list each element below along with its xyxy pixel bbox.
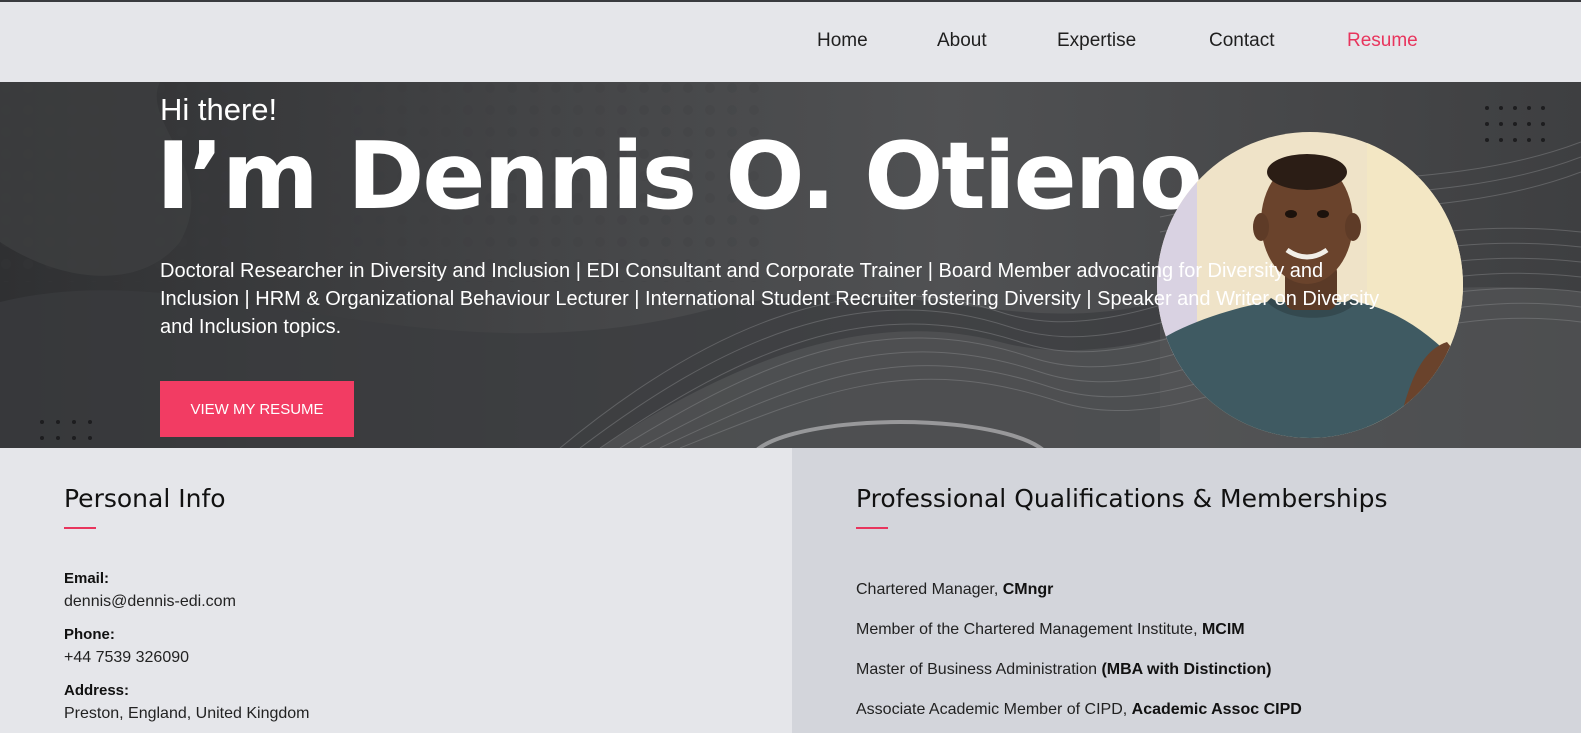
qualifications-title: Professional Qualifications & Membership…	[856, 484, 1388, 513]
nav-home-link[interactable]: Home	[817, 30, 868, 52]
address-value: Preston, England, United Kingdom	[64, 705, 310, 722]
qualification-item: Member of the Chartered Management Insti…	[856, 621, 1245, 638]
address-label: Address:	[64, 682, 130, 699]
phone-label: Phone:	[64, 626, 115, 643]
hero-description: Doctoral Researcher in Diversity and Inc…	[160, 260, 1380, 338]
personal-info-title: Personal Info	[64, 484, 226, 513]
view-resume-button[interactable]: VIEW MY RESUME	[160, 381, 354, 437]
personal-info-section: Personal Info Email: dennis@dennis-edi.c…	[0, 448, 792, 733]
hero-name-heading: I’m Dennis O. Otieno	[156, 122, 1203, 230]
phone-value: +44 7539 326090	[64, 649, 190, 666]
qualification-item: Chartered Manager, CMngr	[856, 581, 1054, 598]
email-label: Email:	[64, 570, 110, 587]
email-value: dennis@dennis-edi.com	[64, 593, 236, 610]
title-underline	[856, 527, 888, 529]
hero-banner: Hi there! I’m Dennis O. Otieno Doctoral …	[0, 82, 1581, 448]
nav-contact-link[interactable]: Contact	[1209, 30, 1274, 52]
nav-about-link[interactable]: About	[937, 30, 987, 52]
nav-resume-link[interactable]: Resume	[1347, 30, 1418, 52]
qualification-item: Master of Business Administration (MBA w…	[856, 661, 1272, 678]
title-underline	[64, 527, 96, 529]
nav-expertise-link[interactable]: Expertise	[1057, 30, 1136, 52]
top-navigation: Home About Expertise Contact Resume	[0, 2, 1581, 82]
qualification-item: Associate Academic Member of CIPD, Acade…	[856, 701, 1302, 718]
